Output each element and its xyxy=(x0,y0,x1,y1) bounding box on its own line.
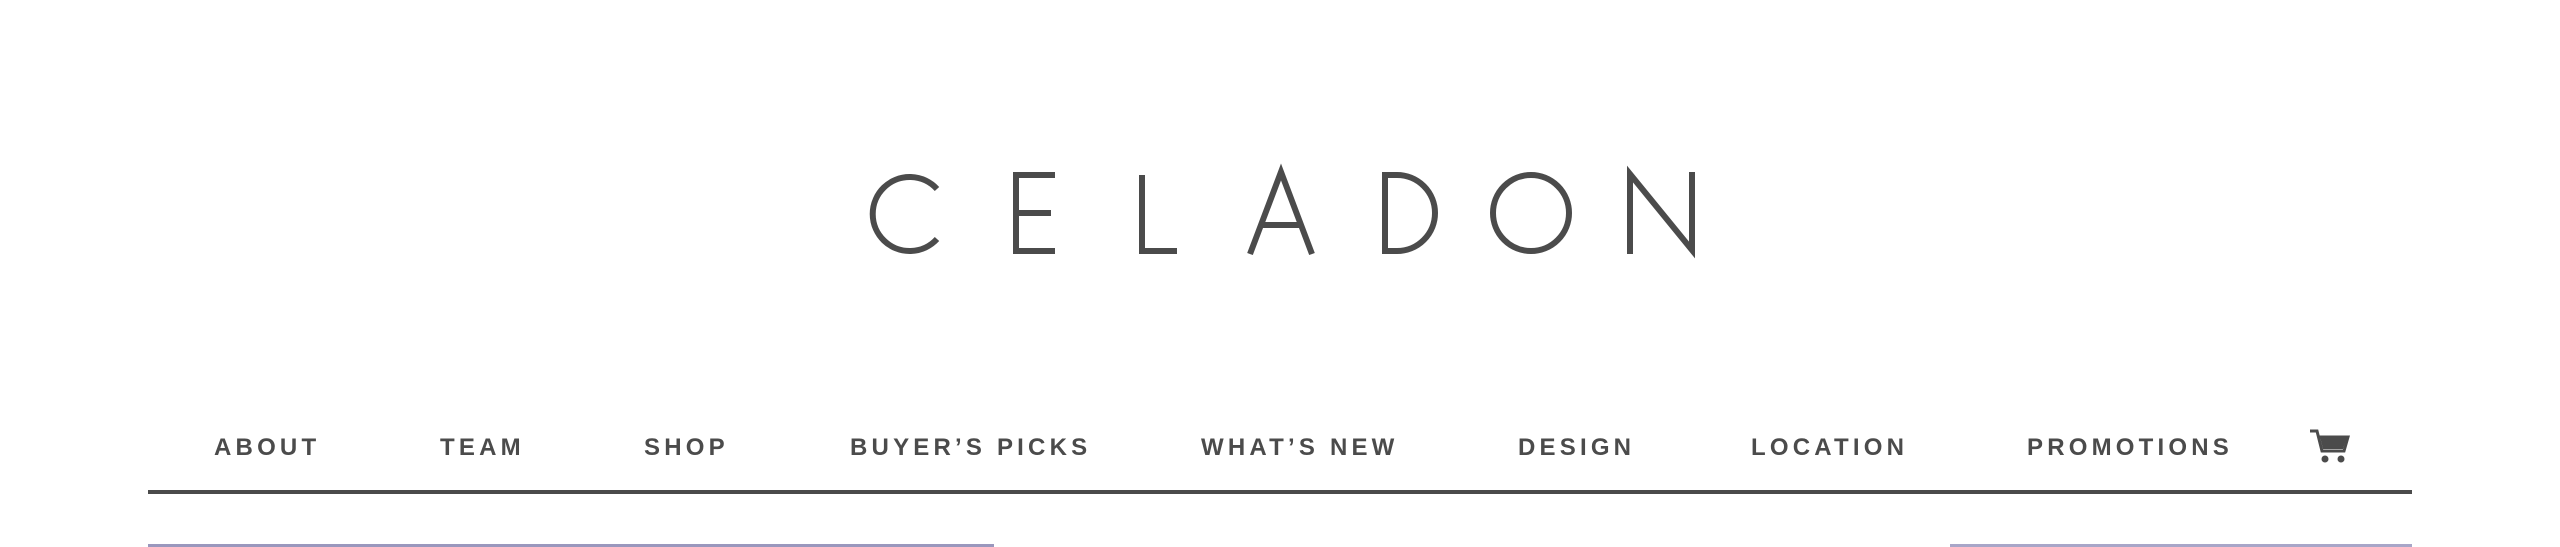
shopping-cart-icon xyxy=(2310,429,2350,463)
nav-divider xyxy=(148,490,2412,494)
logo-letter-n xyxy=(1627,165,1695,259)
nav-item-whats-new[interactable]: WHAT’S NEW xyxy=(1201,426,1399,470)
nav-item-shop[interactable]: SHOP xyxy=(644,426,729,470)
nav-item-buyers-picks[interactable]: BUYER’S PICKS xyxy=(850,426,1091,470)
logo-letter-e xyxy=(1013,172,1055,254)
nav-item-design[interactable]: DESIGN xyxy=(1518,426,1635,470)
celadon-wordmark xyxy=(869,163,1695,259)
logo-letter-d xyxy=(1382,172,1438,254)
nav-item-promotions[interactable]: PROMOTIONS xyxy=(2027,426,2233,470)
logo-letter-c xyxy=(869,174,940,254)
logo-letter-a xyxy=(1247,163,1315,256)
main-nav: ABOUT TEAM SHOP BUYER’S PICKS WHAT’S NEW… xyxy=(148,426,2412,470)
nav-item-location[interactable]: LOCATION xyxy=(1751,426,1908,470)
nav-item-about[interactable]: ABOUT xyxy=(214,426,320,470)
logo-letter-o xyxy=(1490,172,1572,254)
logo-letter-l xyxy=(1139,175,1177,254)
site-logo[interactable] xyxy=(0,150,2560,280)
nav-item-team[interactable]: TEAM xyxy=(440,426,525,470)
cart-button[interactable] xyxy=(2308,427,2352,467)
